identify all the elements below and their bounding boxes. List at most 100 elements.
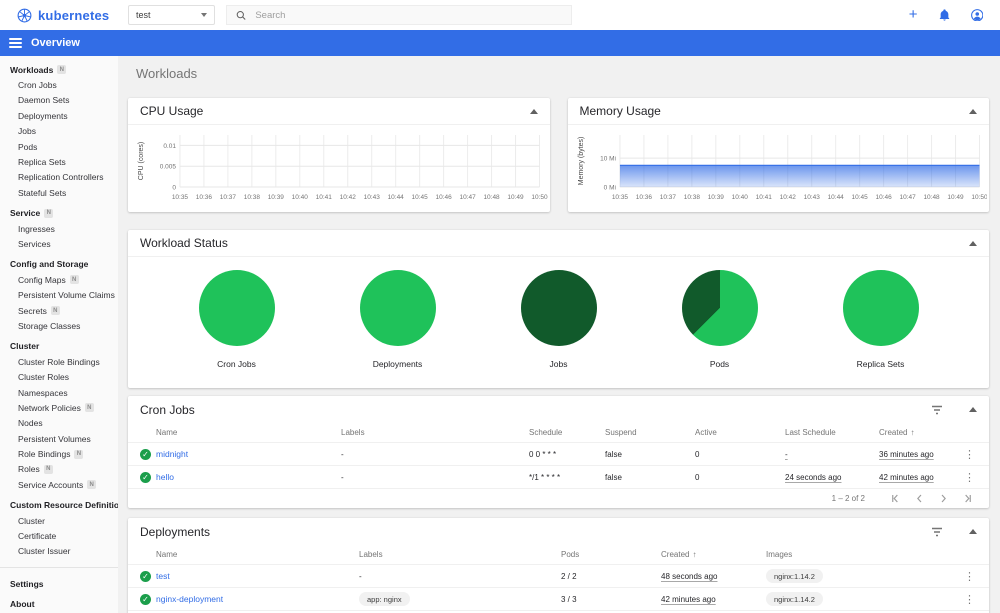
first-page-button[interactable] xyxy=(883,493,907,504)
filter-button[interactable] xyxy=(931,405,943,415)
sidebar-item-deployments[interactable]: Deployments xyxy=(0,108,118,123)
column-header-schedule[interactable]: Schedule xyxy=(529,428,605,437)
sidebar-item-config-and-storage[interactable]: Config and Storage xyxy=(0,257,118,272)
sidebar-item-cron-jobs[interactable]: Cron Jobs xyxy=(0,77,118,92)
resource-link[interactable]: midnight xyxy=(156,449,341,459)
row-menu-button[interactable]: ⋮ xyxy=(964,471,977,484)
sidebar-item-settings[interactable]: Settings xyxy=(0,576,118,591)
sidebar-item-stateful-sets[interactable]: Stateful Sets xyxy=(0,185,118,200)
collapse-button[interactable] xyxy=(969,108,977,114)
column-header-labels[interactable]: Labels xyxy=(341,428,529,437)
namespace-select[interactable]: test xyxy=(128,5,215,25)
sidebar-divider xyxy=(0,567,118,569)
sidebar-item-cluster[interactable]: Cluster xyxy=(0,513,118,528)
memory-usage-card: Memory Usage 10:35 10:36 10:37 10:38 10:39 10… xyxy=(567,98,990,212)
collapse-button[interactable] xyxy=(529,108,538,114)
collapse-button[interactable] xyxy=(969,407,977,412)
table-row-midnight: ✓ midnight -0 0 * * * false 0-36 minutes ago… xyxy=(128,443,989,466)
sidebar-item-daemon-sets[interactable]: Daemon Sets xyxy=(0,93,118,108)
sidebar-item-label: Service Accounts xyxy=(18,479,84,490)
cell-pods: 3 / 3 xyxy=(561,594,577,604)
resource-link[interactable]: hello xyxy=(156,472,341,482)
search-icon xyxy=(236,10,246,20)
cell-last-schedule: 24 seconds ago xyxy=(785,472,842,482)
sidebar-item-service[interactable]: Service N xyxy=(0,206,118,221)
sidebar-item-ingresses[interactable]: Ingresses xyxy=(0,221,118,236)
sidebar-item-cluster-roles[interactable]: Cluster Roles xyxy=(0,369,118,384)
sidebar-item-secrets[interactable]: Secrets N xyxy=(0,303,118,318)
brand-name: kubernetes xyxy=(38,7,110,23)
sidebar-item-cluster[interactable]: Cluster xyxy=(0,339,118,354)
row-menu-button[interactable]: ⋮ xyxy=(964,593,977,606)
sidebar-item-config-maps[interactable]: Config Maps N xyxy=(0,272,118,287)
filter-button[interactable] xyxy=(931,527,943,537)
column-header-created[interactable]: Created ↑ xyxy=(879,428,940,437)
row-menu-button[interactable]: ⋮ xyxy=(964,448,977,461)
sidebar-item-cluster-role-bindings[interactable]: Cluster Role Bindings xyxy=(0,354,118,369)
sidebar-item-role-bindings[interactable]: Role Bindings N xyxy=(0,446,118,461)
sidebar-item-persistent-volume-claims[interactable]: Persistent Volume ClaimsN xyxy=(0,287,118,302)
sidebar-item-custom-resource-definitions[interactable]: Custom Resource Definitions xyxy=(0,498,118,513)
cell-suspend: false xyxy=(605,449,622,459)
filter-icon xyxy=(932,527,942,536)
sidebar-item-services[interactable]: Services xyxy=(0,236,118,251)
sidebar-item-about[interactable]: About xyxy=(0,597,118,612)
sidebar-item-namespaces[interactable]: Namespaces xyxy=(0,385,118,400)
menu-button[interactable] xyxy=(9,38,22,48)
last-page-icon xyxy=(964,494,971,503)
page-toolbar: Overview xyxy=(0,30,1000,56)
collapse-button[interactable] xyxy=(969,240,977,246)
cell-labels: - xyxy=(341,449,344,459)
account-button[interactable] xyxy=(970,8,984,22)
resource-link[interactable]: test xyxy=(156,571,359,581)
sidebar-item-storage-classes[interactable]: Storage Classes xyxy=(0,318,118,333)
cell-labels: - xyxy=(341,472,344,482)
sidebar-item-nodes[interactable]: Nodes xyxy=(0,416,118,431)
next-page-button[interactable] xyxy=(931,493,955,504)
svg-text:CPU (cores): CPU (cores) xyxy=(138,142,145,180)
column-header-active[interactable]: Active xyxy=(695,428,785,437)
sidebar-item-network-policies[interactable]: Network Policies N xyxy=(0,400,118,415)
svg-text:10:47: 10:47 xyxy=(459,194,476,201)
kubernetes-logo[interactable]: kubernetes xyxy=(0,8,118,23)
column-header-suspend[interactable]: Suspend xyxy=(605,428,695,437)
sidebar-item-cluster-issuer[interactable]: Cluster Issuer xyxy=(0,544,118,559)
sidebar-item-replication-controllers[interactable]: Replication Controllers xyxy=(0,170,118,185)
svg-text:10:49: 10:49 xyxy=(507,194,524,201)
prev-page-button[interactable] xyxy=(907,493,931,504)
create-resource-button[interactable]: + xyxy=(909,7,918,22)
sidebar-item-certificate[interactable]: Certificate xyxy=(0,528,118,543)
sidebar-item-service-accounts[interactable]: Service Accounts N xyxy=(0,477,118,492)
column-header-pods[interactable]: Pods xyxy=(561,550,661,559)
sidebar-item-workloads[interactable]: Workloads N xyxy=(0,62,118,77)
sidebar-item-roles[interactable]: Roles N xyxy=(0,462,118,477)
sidebar-item-label: Service xyxy=(10,208,41,219)
account-icon xyxy=(970,8,983,22)
memory-usage-chart: 10:35 10:36 10:37 10:38 10:39 10:40 10:41 10:42… xyxy=(568,125,990,212)
bell-icon xyxy=(939,9,949,21)
last-page-button[interactable] xyxy=(955,493,979,504)
namespace-value: test xyxy=(136,10,151,20)
sidebar-item-replica-sets[interactable]: Replica Sets xyxy=(0,154,118,169)
column-header-labels[interactable]: Labels xyxy=(359,550,561,559)
svg-text:10 Mi: 10 Mi xyxy=(600,156,616,163)
deployments-table-header: Name Labels Pods Created ↑ Images xyxy=(128,545,989,565)
svg-text:10:39: 10:39 xyxy=(268,194,285,201)
search-input[interactable] xyxy=(255,9,562,21)
column-header-created[interactable]: Created ↑ xyxy=(661,550,766,559)
sidebar-item-pods[interactable]: Pods xyxy=(0,139,118,154)
resource-link[interactable]: nginx-deployment xyxy=(156,594,359,604)
column-header-name[interactable]: Name xyxy=(156,428,341,437)
sidebar-item-jobs[interactable]: Jobs xyxy=(0,124,118,139)
deployments-card: Deployments Name Labels Pods Created ↑ Images… xyxy=(128,518,989,613)
sidebar-item-persistent-volumes[interactable]: Persistent Volumes xyxy=(0,431,118,446)
column-header-last-schedule[interactable]: Last Schedule xyxy=(785,428,879,437)
collapse-button[interactable] xyxy=(969,529,977,534)
row-menu-button[interactable]: ⋮ xyxy=(964,570,977,583)
column-header-images[interactable]: Images xyxy=(766,550,942,559)
sidebar-item-label: Daemon Sets xyxy=(18,95,70,106)
notifications-button[interactable] xyxy=(939,9,950,21)
workload-status-pods: Pods xyxy=(639,270,800,384)
svg-text:10:37: 10:37 xyxy=(659,194,676,201)
column-header-name[interactable]: Name xyxy=(156,550,359,559)
